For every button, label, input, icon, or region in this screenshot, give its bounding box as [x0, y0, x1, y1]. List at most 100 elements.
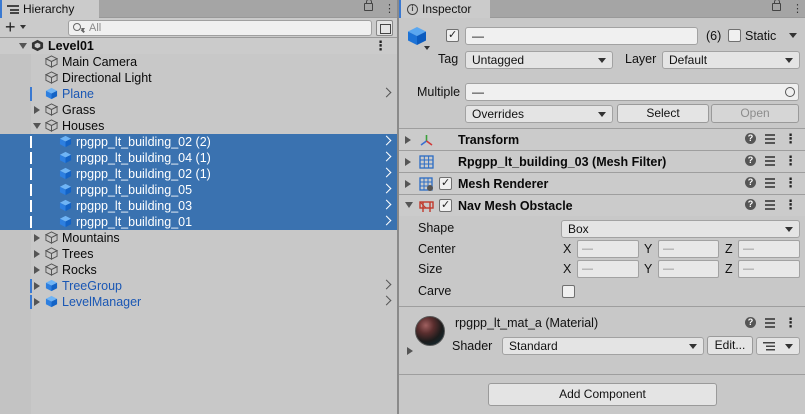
hierarchy-row[interactable]: Plane [0, 86, 397, 102]
help-icon[interactable]: ? [745, 177, 756, 188]
scene-visibility-button[interactable] [376, 20, 393, 36]
icon-dropdown-caret-icon[interactable] [424, 46, 430, 50]
hierarchy-search-input[interactable]: All [68, 20, 372, 36]
open-prefab-chevron-icon[interactable] [381, 295, 392, 306]
hierarchy-row[interactable]: Mountains [0, 230, 397, 246]
shader-edit-button[interactable]: Edit... [707, 336, 753, 355]
presets-icon[interactable] [765, 177, 775, 188]
help-icon[interactable]: ? [745, 317, 756, 328]
hierarchy-row[interactable]: Main Camera [0, 54, 397, 70]
component-mesh-renderer[interactable]: Mesh Renderer ? ⋮ [399, 172, 805, 194]
open-button[interactable]: Open [711, 104, 799, 123]
hierarchy-row[interactable]: Houses [0, 118, 397, 134]
foldout-arrow-icon[interactable] [33, 123, 41, 129]
foldout-arrow-icon[interactable] [34, 234, 40, 242]
add-object-button[interactable]: + [5, 18, 16, 36]
prefab-cube-icon[interactable] [407, 26, 427, 46]
add-dropdown-caret-icon[interactable] [20, 25, 26, 29]
lock-icon[interactable] [772, 0, 781, 11]
shader-dropdown[interactable]: Standard [502, 337, 704, 355]
static-checkbox[interactable] [728, 29, 741, 42]
component-enabled-checkbox[interactable] [439, 198, 452, 212]
active-checkbox[interactable] [446, 28, 459, 42]
tab-inspector[interactable]: i Inspector [399, 0, 490, 18]
material-menu-kebab-icon[interactable]: ⋮ [784, 316, 797, 329]
hierarchy-row[interactable]: Rocks [0, 262, 397, 278]
help-icon[interactable]: ? [745, 199, 756, 210]
object-picker-icon[interactable] [785, 87, 795, 97]
hierarchy-row[interactable]: rpgpp_lt_building_05 [0, 182, 397, 198]
component-menu-kebab-icon[interactable]: ⋮ [784, 198, 797, 211]
object-name-field[interactable]: — [465, 27, 698, 45]
foldout-arrow-icon[interactable] [34, 298, 40, 306]
tab-menu-kebab-icon[interactable]: ⋮ [792, 2, 803, 15]
hierarchy-row[interactable]: Directional Light [0, 70, 397, 86]
open-prefab-chevron-icon[interactable] [381, 135, 392, 146]
gameobject-cube-icon [45, 247, 58, 260]
tag-dropdown[interactable]: Untagged [465, 51, 613, 69]
size-y-field[interactable]: — [658, 260, 719, 278]
scene-menu-kebab-icon[interactable]: ⋮ [374, 38, 387, 54]
static-dropdown-caret-icon[interactable] [789, 33, 797, 38]
component-nav-mesh-obstacle[interactable]: Nav Mesh Obstacle ? ⋮ [399, 194, 805, 216]
hierarchy-row[interactable]: rpgpp_lt_building_04 (1) [0, 150, 397, 166]
shader-variant-menu[interactable] [756, 337, 800, 355]
hierarchy-row[interactable]: rpgpp_lt_building_01 [0, 214, 397, 230]
center-z-field[interactable]: — [738, 240, 800, 258]
tab-hierarchy[interactable]: Hierarchy [0, 0, 99, 18]
hierarchy-row[interactable]: LevelManager [0, 294, 397, 310]
open-prefab-chevron-icon[interactable] [381, 199, 392, 210]
layer-dropdown[interactable]: Default [662, 51, 800, 69]
center-x-field[interactable]: — [577, 240, 639, 258]
open-prefab-chevron-icon[interactable] [381, 87, 392, 98]
select-button[interactable]: Select [617, 104, 709, 123]
presets-icon[interactable] [765, 155, 775, 166]
overrides-dropdown[interactable]: Overrides [465, 105, 613, 123]
component-menu-kebab-icon[interactable]: ⋮ [784, 154, 797, 167]
carve-checkbox[interactable] [562, 285, 575, 298]
component-menu-kebab-icon[interactable]: ⋮ [784, 132, 797, 145]
size-x-field[interactable]: — [577, 260, 639, 278]
open-prefab-chevron-icon[interactable] [381, 167, 392, 178]
component-transform[interactable]: Transform ? ⋮ [399, 128, 805, 150]
hierarchy-row[interactable]: rpgpp_lt_building_02 (2) [0, 134, 397, 150]
presets-icon[interactable] [765, 317, 775, 328]
search-filter-caret-icon [81, 28, 85, 31]
hierarchy-row[interactable]: rpgpp_lt_building_03 [0, 198, 397, 214]
add-component-button[interactable]: Add Component [488, 383, 717, 406]
open-prefab-chevron-icon[interactable] [381, 183, 392, 194]
tab-menu-kebab-icon[interactable]: ⋮ [384, 2, 395, 15]
hierarchy-row[interactable]: rpgpp_lt_building_02 (1) [0, 166, 397, 182]
hierarchy-row[interactable]: Trees [0, 246, 397, 262]
foldout-arrow-icon[interactable] [34, 106, 40, 114]
prefab-asset-field[interactable]: — [465, 83, 799, 101]
foldout-arrow-icon[interactable] [19, 43, 27, 49]
scene-row[interactable]: Level01 ⋮ [0, 38, 397, 54]
lock-icon[interactable] [364, 0, 373, 11]
foldout-arrow-icon[interactable] [34, 282, 40, 290]
component-enabled-checkbox[interactable] [439, 176, 452, 190]
center-y-field[interactable]: — [658, 240, 719, 258]
help-icon[interactable]: ? [745, 133, 756, 144]
open-prefab-chevron-icon[interactable] [381, 215, 392, 226]
presets-icon[interactable] [765, 199, 775, 210]
component-mesh-filter[interactable]: Rpgpp_lt_building_03 (Mesh Filter) ? ⋮ [399, 150, 805, 172]
foldout-arrow-icon[interactable] [34, 266, 40, 274]
prefab-override-marker [30, 216, 32, 228]
foldout-arrow-icon[interactable] [405, 180, 411, 188]
open-prefab-chevron-icon[interactable] [381, 151, 392, 162]
hierarchy-row-label: Level01 [48, 39, 94, 53]
foldout-arrow-icon[interactable] [405, 136, 411, 144]
help-icon[interactable]: ? [745, 155, 756, 166]
hierarchy-row[interactable]: Grass [0, 102, 397, 118]
material-foldout-arrow-icon[interactable] [407, 347, 413, 355]
foldout-arrow-icon[interactable] [405, 158, 411, 166]
size-z-field[interactable]: — [738, 260, 800, 278]
presets-icon[interactable] [765, 133, 775, 144]
shape-dropdown[interactable]: Box [561, 220, 800, 238]
foldout-arrow-icon[interactable] [405, 202, 413, 208]
component-menu-kebab-icon[interactable]: ⋮ [784, 176, 797, 189]
hierarchy-row[interactable]: TreeGroup [0, 278, 397, 294]
open-prefab-chevron-icon[interactable] [381, 279, 392, 290]
foldout-arrow-icon[interactable] [34, 250, 40, 258]
